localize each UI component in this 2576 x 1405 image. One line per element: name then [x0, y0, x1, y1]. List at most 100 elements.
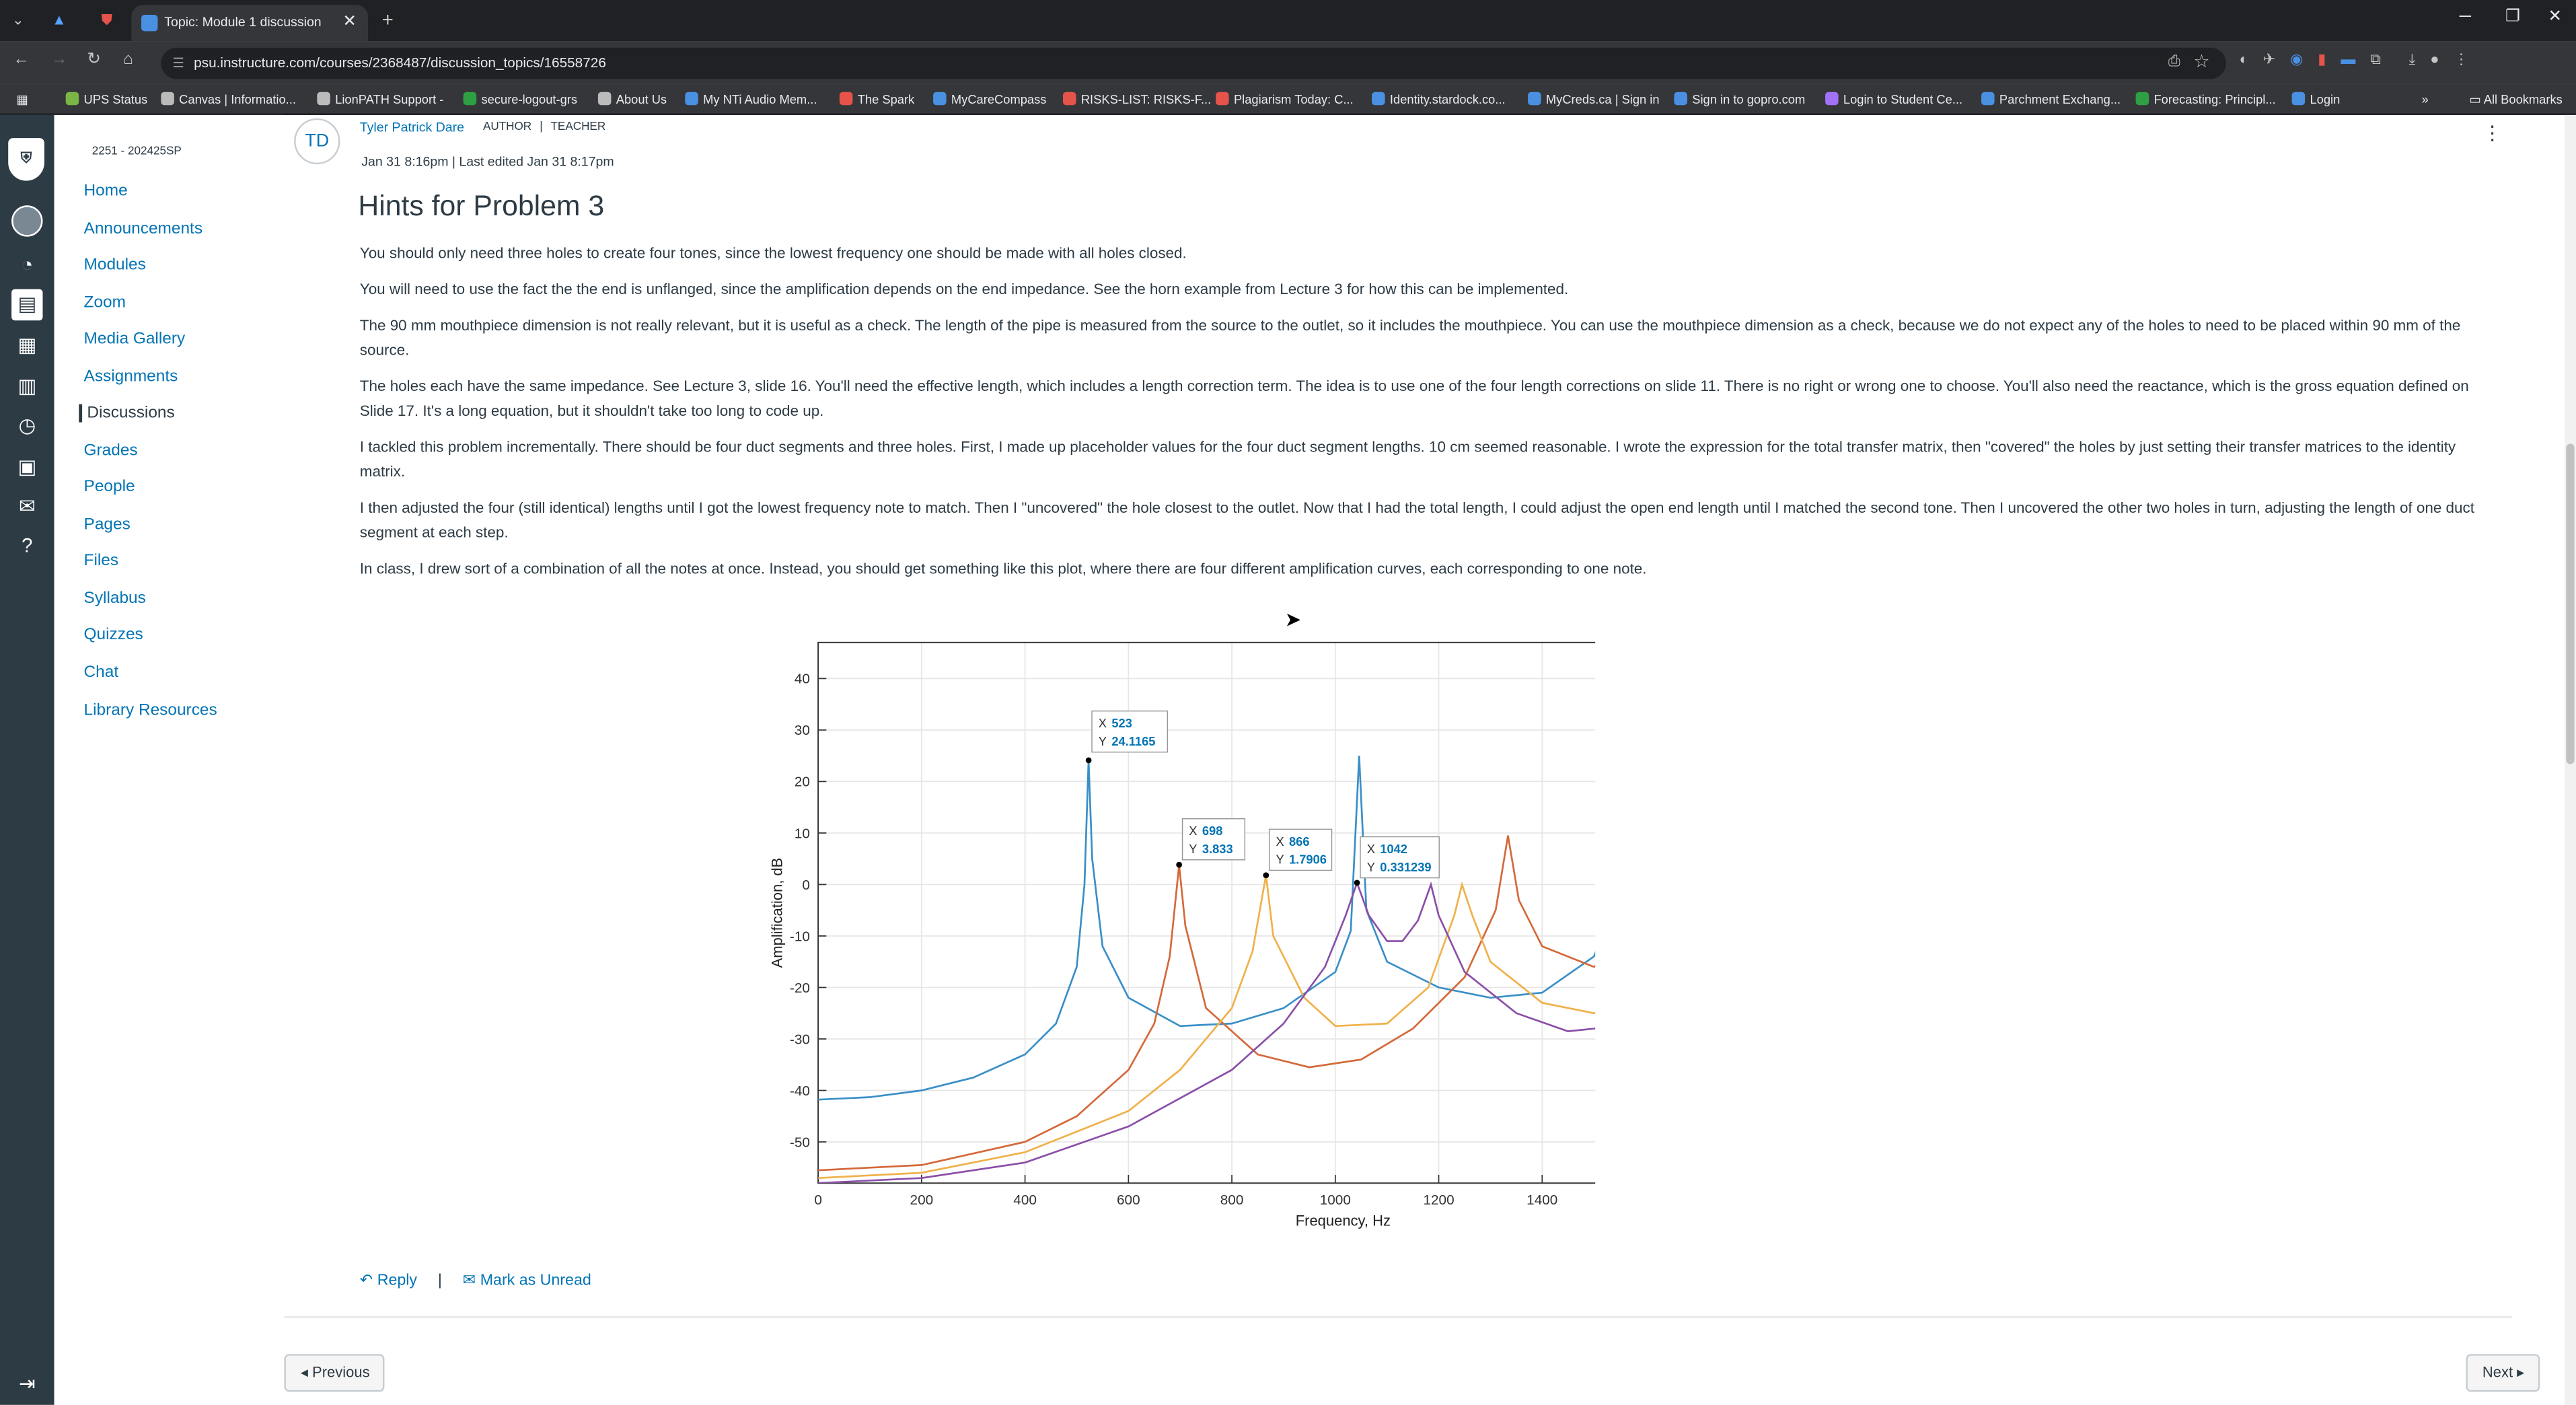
course-nav-pages[interactable]: Pages: [84, 516, 131, 534]
profile-avatar-icon[interactable]: ●: [2430, 51, 2439, 67]
course-nav-modules[interactable]: Modules: [84, 256, 146, 275]
window-close-icon[interactable]: ✕: [2548, 8, 2562, 26]
new-tab-icon[interactable]: +: [376, 8, 399, 31]
post-paragraph: You should only need three holes to crea…: [359, 244, 1187, 262]
bookmark-item[interactable]: The Spark: [839, 92, 914, 107]
divider: [284, 1316, 2512, 1318]
minimize-icon[interactable]: ─: [2460, 8, 2471, 26]
bookmark-item[interactable]: About Us: [597, 92, 667, 107]
psu-logo-icon[interactable]: ⛨: [8, 138, 44, 181]
datatip-x-value: 866: [1289, 834, 1310, 849]
restore-icon[interactable]: ❐: [2505, 8, 2520, 26]
scrollbar-thumb[interactable]: [2566, 443, 2575, 764]
app-tab-icon[interactable]: ▲: [48, 8, 71, 31]
inbox-mail-icon[interactable]: ✉: [11, 491, 42, 522]
course-nav-zoom[interactable]: Zoom: [84, 294, 126, 312]
apps-grid-icon[interactable]: ▦: [16, 92, 28, 107]
y-tick-label: -30: [790, 1032, 810, 1047]
course-nav-files[interactable]: Files: [84, 552, 119, 571]
bookmark-label: LionPATH Support -: [335, 92, 444, 107]
account-avatar[interactable]: [11, 205, 43, 237]
course-nav-chat[interactable]: Chat: [84, 664, 119, 682]
x-axis-label: Frequency, Hz: [1296, 1213, 1391, 1229]
mark-unread-link[interactable]: Mark as Unread: [480, 1272, 591, 1290]
extension-4-icon[interactable]: ▬: [2341, 51, 2355, 67]
courses-icon[interactable]: ▤: [11, 289, 43, 321]
screen: ⌄ ▲ ⛊ Topic: Module 1 discussion ✕ + ─ ❐…: [0, 0, 2576, 1405]
extension-1-icon[interactable]: ◐: [2239, 51, 2248, 67]
course-nav-people[interactable]: People: [84, 478, 135, 497]
bookmark-favicon-icon: [1981, 92, 1995, 106]
dashboard-icon[interactable]: ◔: [11, 250, 42, 281]
mark-unread-icon[interactable]: ✉: [463, 1272, 480, 1290]
bookmark-item[interactable]: Canvas | Informatio...: [161, 92, 296, 107]
more-bookmarks-icon[interactable]: »: [2422, 92, 2429, 107]
course-nav-assignments[interactable]: Assignments: [84, 368, 178, 386]
extension-3-icon[interactable]: ▮: [2318, 51, 2326, 67]
bookmark-item[interactable]: MyCreds.ca | Sign in: [1528, 92, 1660, 107]
inbox-tray-icon[interactable]: ▥: [11, 371, 42, 402]
all-bookmarks-label: All Bookmarks: [2483, 92, 2563, 107]
collapse-nav-icon[interactable]: ⇥: [11, 1369, 42, 1400]
bookmark-item[interactable]: Login to Student Ce...: [1825, 92, 1962, 107]
bookmark-item[interactable]: secure-logout-grs: [463, 92, 577, 107]
extensions-puzzle-icon[interactable]: ⧉: [2370, 51, 2381, 67]
course-nav-grades[interactable]: Grades: [84, 442, 138, 460]
calendar-icon[interactable]: ▦: [11, 330, 42, 361]
history-clock-icon[interactable]: ◷: [11, 411, 42, 442]
pin-icon[interactable]: ✈: [2263, 51, 2275, 67]
download-icon[interactable]: ⤓: [2409, 51, 2416, 67]
browser-menu-icon[interactable]: ⋮: [2454, 51, 2469, 67]
course-nav-home[interactable]: Home: [84, 182, 128, 201]
forward-icon[interactable]: →: [51, 51, 67, 69]
tab-title: Topic: Module 1 discussion: [164, 14, 322, 30]
bookmark-item[interactable]: LionPATH Support -: [317, 92, 443, 107]
author-name[interactable]: Tyler Patrick Dare: [360, 120, 464, 135]
install-app-icon[interactable]: ⎙: [2168, 52, 2180, 71]
caret-left-icon: ◂: [300, 1363, 313, 1381]
datatip-y-label: Y: [1099, 734, 1107, 748]
tab-close-icon[interactable]: ✕: [342, 13, 356, 32]
bookmark-item[interactable]: My NTi Audio Mem...: [685, 92, 817, 107]
reload-icon[interactable]: ↻: [87, 51, 100, 69]
site-info-icon[interactable]: ☰: [172, 56, 184, 71]
bookmark-item[interactable]: RISKS-LIST: RISKS-F...: [1062, 92, 1211, 107]
bookmark-item[interactable]: UPS Status: [65, 92, 147, 107]
bookmark-item[interactable]: MyCareCompass: [933, 92, 1046, 107]
y-axis-label: Amplification, dB: [768, 858, 785, 968]
shield-tab-icon[interactable]: ⛊: [96, 8, 118, 31]
bookmark-label: About Us: [616, 92, 667, 107]
discussion-post: TD Tyler Patrick Dare AUTHOR | TEACHER J…: [284, 115, 2564, 1405]
course-nav-quizzes[interactable]: Quizzes: [84, 626, 143, 644]
course-nav-media-gallery[interactable]: Media Gallery: [84, 330, 186, 349]
help-icon[interactable]: ?: [11, 531, 42, 562]
post-options-icon[interactable]: ⋮: [2482, 122, 2502, 145]
bookmark-item[interactable]: Plagiarism Today: C...: [1216, 92, 1354, 107]
author-avatar[interactable]: TD: [294, 118, 340, 165]
extension-2-icon[interactable]: ◉: [2290, 51, 2303, 67]
page-scrollbar[interactable]: [2564, 114, 2576, 1405]
tab-search-icon[interactable]: ⌄: [7, 8, 30, 31]
back-icon[interactable]: ←: [13, 51, 30, 69]
all-bookmarks-folder[interactable]: ▭ All Bookmarks: [2469, 92, 2562, 107]
bookmark-item[interactable]: Parchment Exchang...: [1981, 92, 2121, 107]
tab-active[interactable]: Topic: Module 1 discussion ✕: [131, 5, 369, 42]
course-nav-library-resources[interactable]: Library Resources: [84, 702, 217, 720]
course-nav-discussions[interactable]: Discussions: [79, 404, 175, 423]
datatip-x-label: X: [1189, 824, 1197, 838]
bookmark-star-icon[interactable]: ☆: [2193, 51, 2209, 72]
course-nav-syllabus[interactable]: Syllabus: [84, 590, 146, 608]
bookmark-item[interactable]: Forecasting: Principl...: [2135, 92, 2276, 107]
reply-icon[interactable]: ↶: [360, 1272, 377, 1290]
next-button[interactable]: Next ▸: [2466, 1354, 2540, 1392]
course-nav-announcements[interactable]: Announcements: [84, 220, 203, 238]
bookmark-item[interactable]: Identity.stardock.co...: [1372, 92, 1506, 107]
reply-link[interactable]: Reply: [377, 1272, 417, 1290]
bookmark-item[interactable]: Sign in to gopro.com: [1674, 92, 1805, 107]
home-icon[interactable]: ⌂: [123, 51, 133, 69]
address-bar[interactable]: ☰ psu.instructure.com/courses/2368487/di…: [161, 47, 2226, 79]
commons-icon[interactable]: ▣: [11, 452, 42, 483]
previous-button[interactable]: ◂ Previous: [284, 1354, 385, 1392]
bookmark-item[interactable]: Login: [2291, 92, 2340, 107]
plot-area: [818, 642, 1596, 1184]
